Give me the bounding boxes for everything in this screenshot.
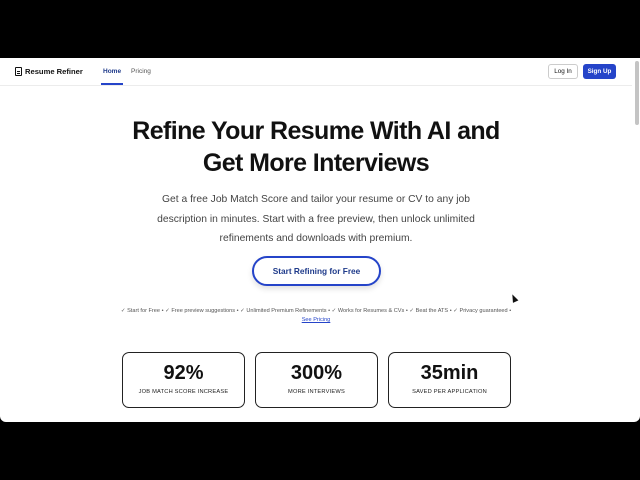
nav-link-home[interactable]: Home xyxy=(103,68,121,75)
logo[interactable]: Resume Refiner xyxy=(15,67,83,76)
stat-value: 35min xyxy=(420,362,479,384)
feature-list: ✓ Start for Free • ✓ Free preview sugges… xyxy=(116,307,516,325)
see-pricing-link[interactable]: See Pricing xyxy=(302,317,331,323)
nav-link-pricing[interactable]: Pricing xyxy=(131,68,151,75)
logo-text: Resume Refiner xyxy=(25,67,83,76)
top-navbar: Resume Refiner Home Pricing Log In Sign … xyxy=(0,58,632,86)
feature-text: ✓ Start for Free • ✓ Free preview sugges… xyxy=(120,308,512,314)
document-icon xyxy=(15,67,22,76)
stat-card: 92% JOB MATCH SCORE INCREASE xyxy=(122,352,245,408)
login-button[interactable]: Log In xyxy=(548,64,578,79)
stat-value: 92% xyxy=(163,362,204,384)
hero-subtitle: Get a free Job Match Score and tailor yo… xyxy=(157,194,475,244)
scrollbar[interactable] xyxy=(635,61,639,125)
stat-label: MORE INTERVIEWS xyxy=(288,389,345,395)
hero-title: Refine Your Resume With AI and Get More … xyxy=(0,115,632,179)
stat-label: SAVED PER APPLICATION xyxy=(412,389,487,395)
browser-page: Resume Refiner Home Pricing Log In Sign … xyxy=(0,58,640,422)
signup-button[interactable]: Sign Up xyxy=(583,64,616,79)
hero-title-line-2: Get More Interviews xyxy=(202,149,430,177)
stat-card: 300% MORE INTERVIEWS xyxy=(255,352,378,408)
hero-title-line-1: Refine Your Resume With AI and xyxy=(132,117,500,145)
stat-label: JOB MATCH SCORE INCREASE xyxy=(138,389,229,395)
active-tab-indicator xyxy=(101,83,123,85)
stat-card: 35min SAVED PER APPLICATION xyxy=(388,352,511,408)
start-refining-button[interactable]: Start Refining for Free xyxy=(252,256,381,286)
stat-value: 300% xyxy=(290,362,343,384)
